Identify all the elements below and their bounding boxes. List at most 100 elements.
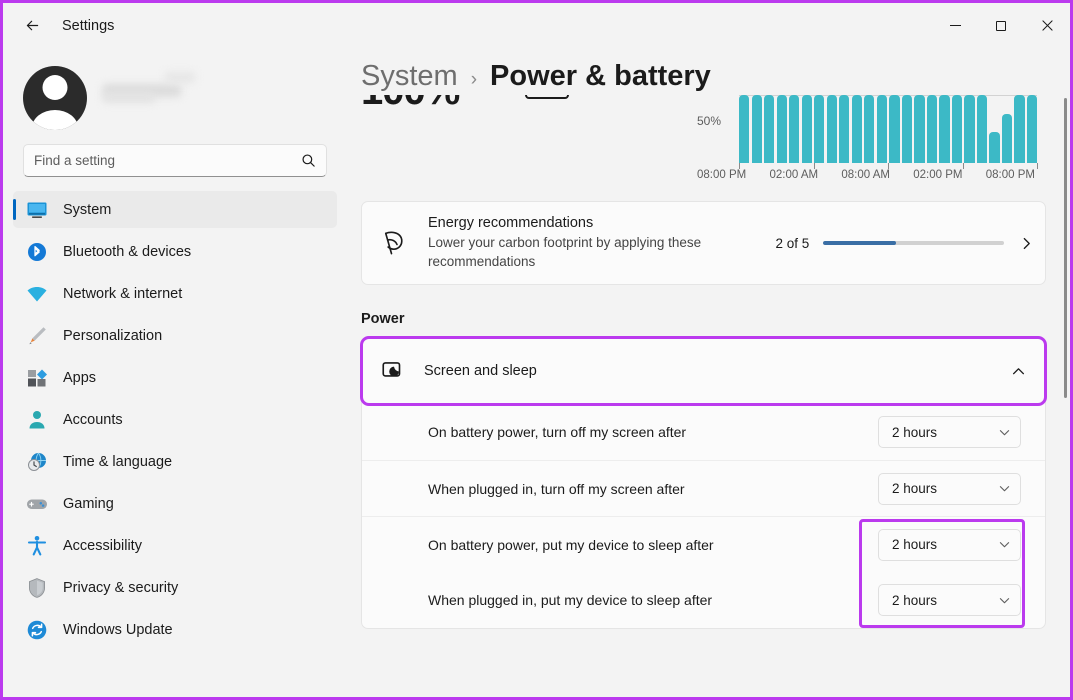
minimize-button[interactable] <box>932 3 978 48</box>
dropdown-value: 2 hours <box>892 592 938 608</box>
page-title: Power & battery <box>490 60 711 92</box>
account-text-blurred <box>103 72 195 112</box>
chevron-down-icon <box>999 597 1010 603</box>
screen-sleep-icon <box>382 362 401 377</box>
wifi-icon <box>25 282 49 306</box>
screen-and-sleep-card: Screen and sleep On battery power, turn … <box>360 336 1047 629</box>
back-button[interactable] <box>13 10 51 42</box>
minimize-icon <box>949 25 961 26</box>
chart-x-axis-labels: 08:00 PM 02:00 AM 08:00 AM 02:00 PM 08:00 PM <box>697 169 1037 181</box>
chart-x-tick-label: 08:00 PM <box>985 169 1035 181</box>
sidebar-item-personalization[interactable]: Personalization <box>13 317 337 354</box>
person-icon <box>25 408 49 432</box>
dropdown-value: 2 hours <box>892 424 938 440</box>
sidebar-item-label: System <box>63 201 112 218</box>
screen-and-sleep-header[interactable]: Screen and sleep <box>360 336 1047 406</box>
sidebar-item-system[interactable]: System <box>13 191 337 228</box>
chart-bar <box>914 95 925 163</box>
dropdown-plugged-sleep[interactable]: 2 hours <box>878 584 1021 616</box>
breadcrumb-separator: › <box>470 69 478 90</box>
chart-bar <box>839 95 850 163</box>
sidebar-item-label: Bluetooth & devices <box>63 243 192 260</box>
search-input[interactable] <box>34 153 301 168</box>
leaf-badge-icon <box>384 231 403 255</box>
sidebar-item-gaming[interactable]: Gaming <box>13 485 337 522</box>
sidebar-item-time-language[interactable]: Time & language <box>13 443 337 480</box>
app-title: Settings <box>62 17 115 34</box>
sidebar-item-label: Network & internet <box>63 285 183 302</box>
chevron-down-icon <box>999 486 1010 492</box>
chevron-up-icon[interactable] <box>1012 365 1025 378</box>
chevron-right-icon[interactable] <box>1020 237 1033 250</box>
sidebar-item-label: Time & language <box>63 453 173 470</box>
battery-summary: 100% 50% 08:00 PM 02:00 AM 08:00 AM 02:00 P… <box>347 95 1070 185</box>
sidebar-item-label: Gaming <box>63 495 114 512</box>
search-box[interactable] <box>23 144 327 177</box>
battery-level-chart: 50% 08:00 PM 02:00 AM 08:00 AM 02:00 PM 08:0… <box>697 95 1038 185</box>
chart-bar <box>1001 114 1013 163</box>
avatar-head <box>42 75 68 100</box>
dropdown-value: 2 hours <box>892 481 938 496</box>
chart-bar <box>789 95 800 163</box>
maximize-icon <box>996 20 1006 31</box>
update-refresh-icon <box>25 618 49 642</box>
accessibility-icon <box>25 534 49 558</box>
row-battery-screen-off: On battery power, turn off my screen aft… <box>362 404 1045 460</box>
sidebar-item-accounts[interactable]: Accounts <box>13 401 337 438</box>
energy-recommendations-card[interactable]: Energy recommendations Lower your carbon… <box>361 201 1046 285</box>
chart-bar <box>926 95 938 163</box>
chart-bar <box>801 95 812 163</box>
sidebar-item-accessibility[interactable]: Accessibility <box>13 527 337 564</box>
chart-bars <box>739 95 1038 163</box>
chart-bar <box>826 95 837 163</box>
sidebar-item-network-internet[interactable]: Network & internet <box>13 275 337 312</box>
gamepad-icon <box>25 492 49 516</box>
maximize-button[interactable] <box>978 3 1024 48</box>
shield-icon <box>25 576 49 600</box>
dropdown-battery-screen-off[interactable]: 2 hours <box>878 416 1021 448</box>
chart-x-tick-label: 08:00 AM <box>841 169 890 181</box>
close-button[interactable] <box>1024 3 1070 48</box>
window-controls <box>932 3 1070 48</box>
energy-progress-fill <box>823 241 896 245</box>
row-label: On battery power, turn off my screen aft… <box>428 424 687 440</box>
sidebar-item-label: Privacy & security <box>63 579 179 596</box>
content-scrollbar[interactable] <box>1064 98 1067 398</box>
avatar <box>23 66 87 130</box>
dropdown-plugged-screen-off[interactable]: 2 hours <box>878 472 1021 505</box>
battery-percent: 100% <box>361 95 460 114</box>
content-pane: System › Power & battery 100% 50% 08:00 … <box>347 48 1070 697</box>
sidebar-item-apps[interactable]: Apps <box>13 359 337 396</box>
chart-bar <box>951 95 963 163</box>
chart-tickmark <box>1037 163 1038 169</box>
row-label: When plugged in, put my device to sleep … <box>428 592 713 608</box>
close-icon <box>1041 20 1053 31</box>
account-name-blur-2 <box>165 72 195 83</box>
sidebar-item-label: Personalization <box>63 327 163 344</box>
breadcrumb: System › Power & battery <box>347 48 1070 93</box>
account-section[interactable] <box>3 48 347 134</box>
energy-title: Energy recommendations <box>428 214 594 231</box>
chart-bar <box>1026 95 1038 163</box>
chart-x-tick-label: 02:00 PM <box>913 169 963 181</box>
chevron-down-icon <box>999 542 1010 548</box>
row-plugged-sleep: When plugged in, put my device to sleep … <box>362 572 1045 628</box>
chart-bar <box>851 95 862 163</box>
chart-bar <box>989 132 1000 163</box>
back-arrow-icon <box>26 20 38 31</box>
breadcrumb-parent[interactable]: System <box>361 60 458 93</box>
row-plugged-screen-off: When plugged in, turn off my screen afte… <box>362 460 1045 516</box>
chart-bar <box>751 95 762 163</box>
row-battery-sleep: On battery power, put my device to sleep… <box>362 516 1045 572</box>
sidebar-item-privacy-security[interactable]: Privacy & security <box>13 569 337 606</box>
monitor-icon <box>25 198 49 222</box>
dropdown-battery-sleep[interactable]: 2 hours <box>878 528 1021 561</box>
clock-globe-icon <box>25 450 49 474</box>
chart-bar <box>739 95 750 163</box>
energy-progress-bar <box>823 241 1004 245</box>
chart-bar <box>901 95 913 163</box>
chart-plot-area <box>739 95 1038 163</box>
screen-and-sleep-title: Screen and sleep <box>424 363 537 379</box>
sidebar-item-windows-update[interactable]: Windows Update <box>13 611 337 648</box>
sidebar-item-bluetooth-devices[interactable]: Bluetooth & devices <box>13 233 337 270</box>
